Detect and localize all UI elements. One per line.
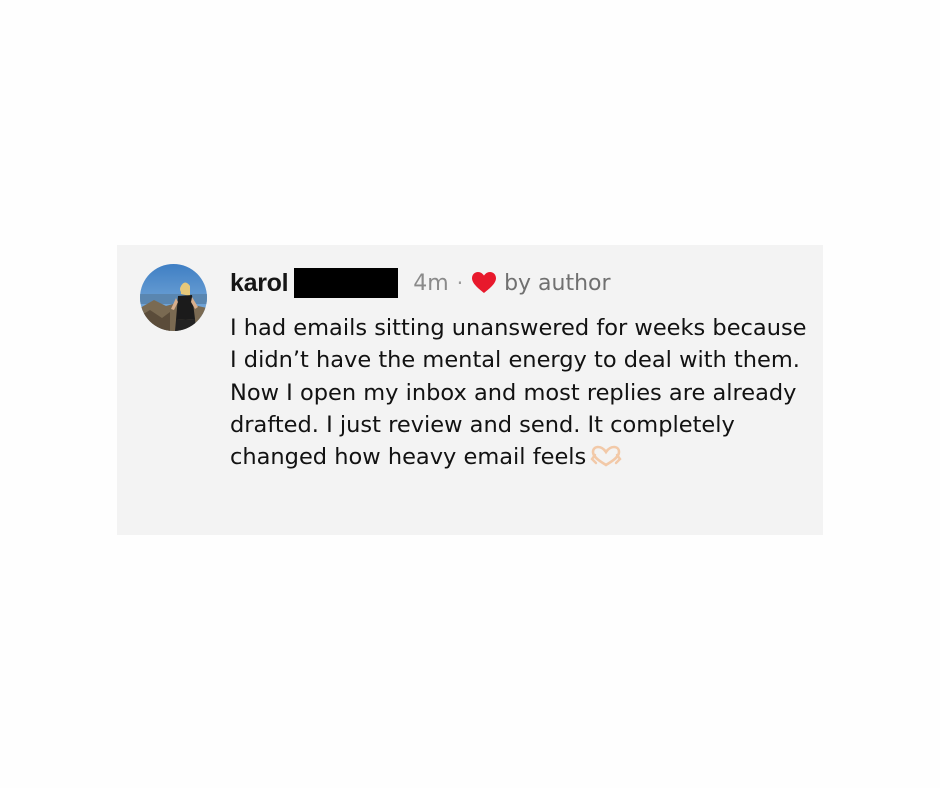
avatar[interactable] (140, 264, 207, 331)
comment-card: karol 4m · by author I had emails sittin… (117, 245, 823, 535)
comment-header: karol 4m · by author (230, 265, 611, 301)
heart-hands-icon (590, 444, 622, 467)
comment-text-content: I had emails sitting unanswered for week… (230, 315, 807, 471)
heart-icon (471, 271, 497, 295)
separator-dot: · (456, 271, 464, 295)
username[interactable]: karol (230, 269, 289, 298)
timestamp: 4m (413, 270, 449, 296)
redaction-bar (294, 268, 399, 298)
liked-by-author-label: by author (504, 270, 611, 296)
comment-text: I had emails sitting unanswered for week… (230, 312, 815, 473)
